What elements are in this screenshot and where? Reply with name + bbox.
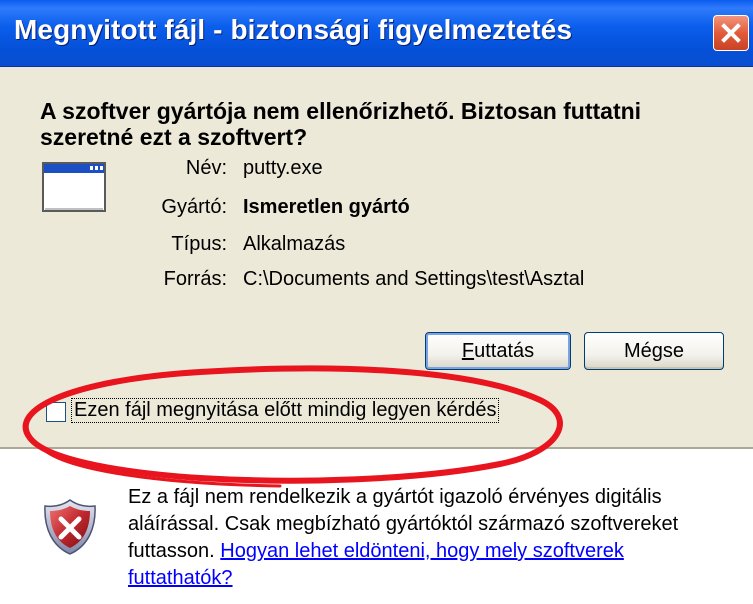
cancel-button-label: Mégse	[623, 339, 685, 362]
type-value: Alkalmazás	[243, 233, 346, 255]
unsigned-file-info: Ez a fájl nem rendelkezik a gyártót igaz…	[128, 484, 728, 592]
window-title: Megnyitott fájl - biztonsági figyelmezte…	[14, 14, 573, 45]
publisher-value: Ismeretlen gyártó	[243, 196, 410, 218]
always-ask-checkbox[interactable]	[46, 402, 66, 422]
type-label: Típus:	[171, 233, 227, 255]
run-button-label: Futtatás	[461, 339, 535, 362]
always-ask-label[interactable]: Ezen fájl megnyitása előtt mindig legyen…	[70, 398, 500, 423]
close-icon	[721, 23, 741, 43]
security-shield-icon	[44, 499, 96, 555]
title-bar[interactable]: Megnyitott fájl - biztonsági figyelmezte…	[0, 0, 753, 67]
source-value: C:\Documents and Settings\test\Asztal	[243, 268, 585, 290]
close-button[interactable]	[713, 15, 749, 51]
cancel-button[interactable]: Mégse	[584, 332, 724, 370]
run-button[interactable]: Futtatás	[425, 332, 571, 370]
source-label: Forrás:	[163, 268, 227, 290]
name-value: putty.exe	[243, 157, 323, 179]
warning-headline: A szoftver gyártója nem ellenőrizhető. B…	[40, 98, 642, 150]
publisher-label: Gyártó:	[161, 196, 227, 218]
name-label: Név:	[185, 157, 227, 179]
